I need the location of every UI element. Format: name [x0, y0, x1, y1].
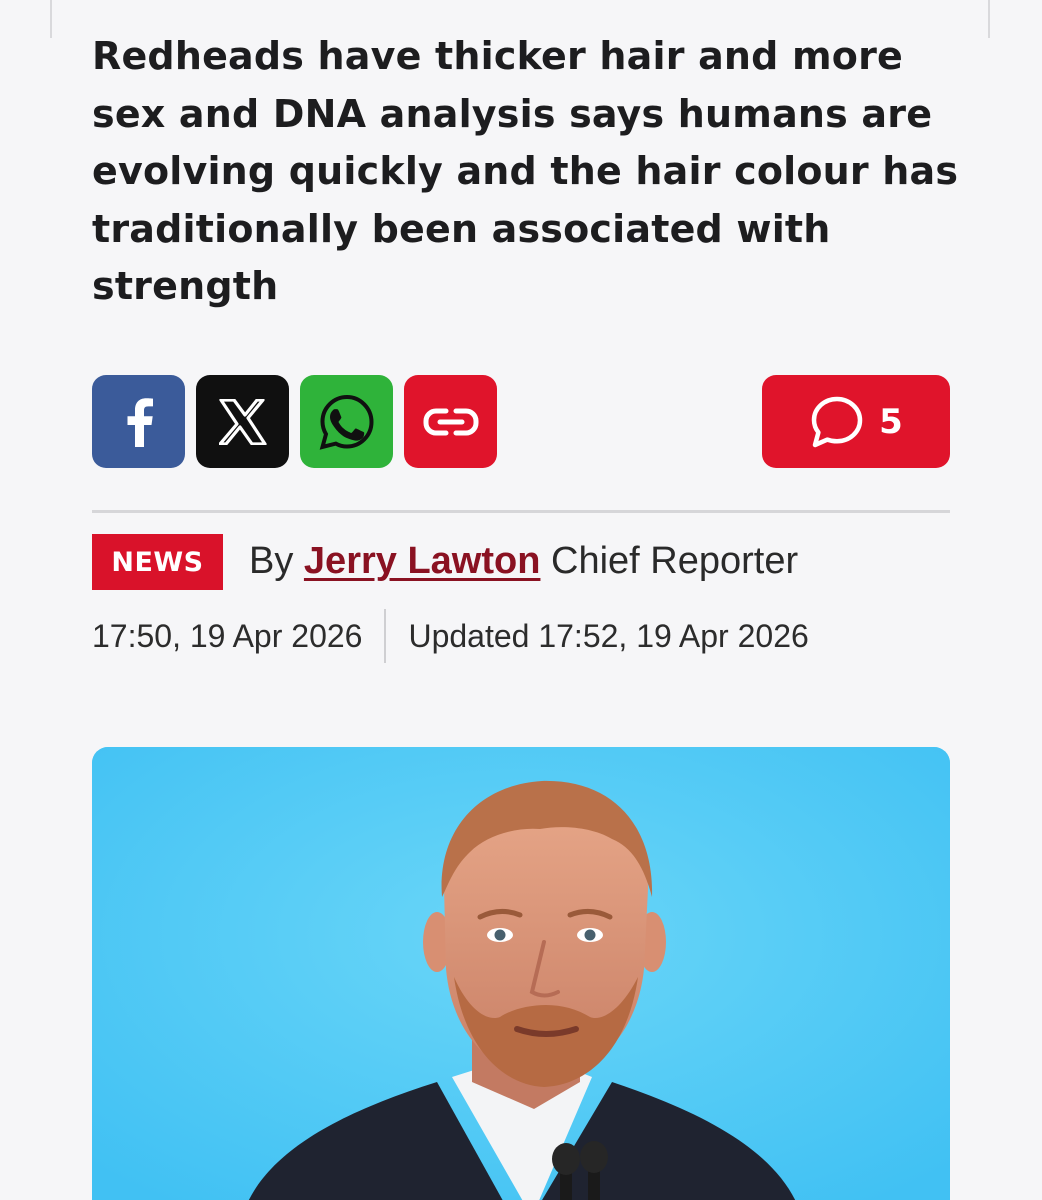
byline-by: By	[249, 540, 294, 582]
facebook-icon	[127, 397, 153, 447]
divider	[92, 510, 950, 513]
timestamps: 17:50, 19 Apr 2026 Updated 17:52, 19 Apr…	[92, 608, 809, 664]
comment-count: 5	[879, 401, 903, 442]
byline: NEWS By Jerry Lawton Chief Reporter	[92, 534, 950, 592]
time-separator	[384, 609, 387, 663]
x-icon	[218, 398, 267, 445]
share-x-button[interactable]	[196, 375, 289, 468]
article-page: Redheads have thicker hair and more sex …	[0, 0, 1042, 1200]
link-icon	[423, 408, 478, 435]
content-edge-right	[988, 0, 990, 38]
comments-button[interactable]: 5	[762, 375, 950, 468]
share-facebook-button[interactable]	[92, 375, 185, 468]
section-badge[interactable]: NEWS	[92, 534, 223, 590]
author-role: Chief Reporter	[551, 540, 799, 582]
published-time: 17:50, 19 Apr 2026	[92, 617, 363, 654]
whatsapp-icon	[319, 394, 374, 450]
copy-link-button[interactable]	[404, 375, 497, 468]
hero-image[interactable]	[92, 747, 950, 1200]
comment-icon	[811, 396, 863, 447]
author-link[interactable]: Jerry Lawton	[304, 540, 541, 582]
portrait-illustration	[92, 747, 950, 1200]
byline-text: By Jerry Lawton Chief Reporter	[249, 540, 798, 583]
article-headline: Redheads have thicker hair and more sex …	[92, 34, 959, 308]
content-edge-left	[50, 0, 52, 38]
share-bar: 5	[92, 375, 950, 469]
updated-time: Updated 17:52, 19 Apr 2026	[408, 617, 809, 654]
share-whatsapp-button[interactable]	[300, 375, 393, 468]
